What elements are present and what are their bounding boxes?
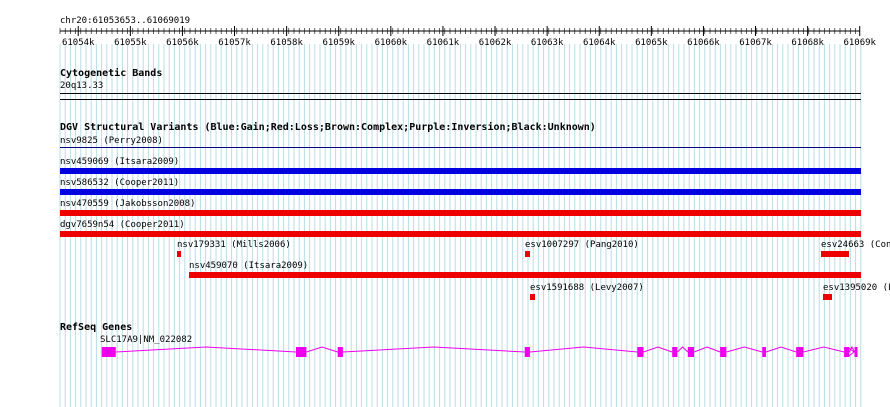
dgv-feature-bar[interactable] [821,251,849,257]
coordinate-ruler[interactable]: 61054k 61055k 61056k 61057k 61058k 61059k 6106… [0,0,890,60]
gene-exon[interactable] [854,347,858,357]
ruler-tick-label: 61064k [583,38,616,48]
dgv-feature-label[interactable]: nsv459069 (Itsara2009) [60,157,179,167]
dgv-feature-label[interactable]: nsv9825 (Perry2008) [60,136,163,146]
gene-exon[interactable] [337,347,343,357]
ruler-tick-label: 61058k [270,38,303,48]
gene-exon[interactable] [101,347,116,357]
ruler-tick-label: 61068k [791,38,824,48]
gene-exon[interactable] [720,347,727,357]
ruler-tick-label: 61069k [843,38,876,48]
ruler-tick-label: 61059k [322,38,355,48]
ruler-tick-label: 61063k [531,38,564,48]
ruler-tick-label: 61067k [739,38,772,48]
gene-exon[interactable] [762,347,766,357]
gene-intron [115,345,855,353]
dgv-feature-label[interactable]: nsv179331 (Mills2006) [177,240,291,250]
dgv-track-title: DGV Structural Variants (Blue:Gain;Red:L… [60,122,596,133]
ruler-tick-label: 61054k [62,38,95,48]
ruler-tick-label: 61055k [114,38,147,48]
dgv-feature-label[interactable]: dgv7659n54 (Cooper2011) [60,220,185,230]
gene-exon[interactable] [524,347,530,357]
dgv-feature-label[interactable]: nsv459070 (Itsara2009) [189,261,308,271]
dgv-feature-bar[interactable] [530,294,535,300]
cytoband-label[interactable]: 20q13.33 [60,81,103,91]
ruler-tick-label: 61066k [687,38,720,48]
gene-exon[interactable] [637,347,644,357]
ruler-tick-label: 61062k [479,38,512,48]
dgv-feature-bar[interactable] [525,251,530,257]
gene-exon[interactable] [687,347,695,357]
dgv-feature-label[interactable]: nsv586532 (Cooper2011) [60,178,179,188]
ruler-tick-label: 61056k [166,38,199,48]
dgv-feature-bar[interactable] [60,210,861,216]
dgv-feature-label[interactable]: esv1395020 (Lev [823,283,890,293]
dgv-feature-label[interactable]: esv1007297 (Pang2010) [525,240,639,250]
dgv-feature-label[interactable]: nsv470559 (Jakobsson2008) [60,199,195,209]
dgv-feature-bar[interactable] [60,189,861,195]
cytoband-bar-bottom [60,99,861,100]
ruler-tick-label: 61060k [375,38,408,48]
gene-exon[interactable] [796,347,804,357]
refseq-track-title: RefSeq Genes [60,322,133,333]
dgv-feature-bar[interactable] [189,272,861,278]
cytoband-bar-top [60,93,861,94]
cytoband-track-title: Cytogenetic Bands [60,68,163,79]
ruler-tick-label: 61061k [427,38,460,48]
dgv-feature-bar[interactable] [177,251,181,257]
dgv-feature-label[interactable]: esv1591688 (Levy2007) [530,283,644,293]
dgv-feature-bar[interactable] [60,231,861,237]
ruler-tick-label: 61065k [635,38,668,48]
dgv-feature-bar[interactable] [823,294,832,300]
ruler-tick-label: 61057k [218,38,251,48]
dgv-feature-bar[interactable] [60,168,861,174]
dgv-feature-bar[interactable] [60,147,861,148]
gene-exon[interactable] [296,347,307,357]
gene-model[interactable] [0,340,890,370]
genome-browser-view: chr20:61053653..61069019 61054k 61055k 610… [0,0,890,407]
gene-exon[interactable] [672,347,678,357]
dgv-feature-label[interactable]: esv24663 (Conra [821,240,890,250]
